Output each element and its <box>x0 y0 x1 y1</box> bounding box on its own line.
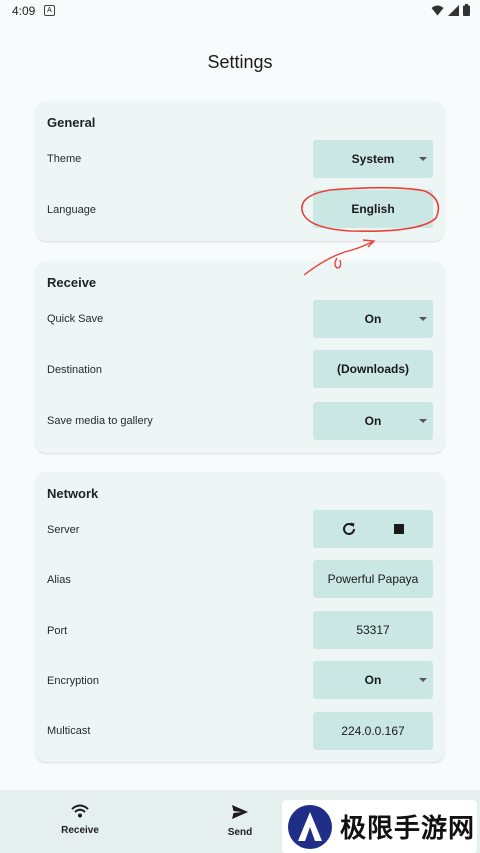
network-card: Network Server Alias Powerful Papaya Por… <box>36 472 444 762</box>
nav-send[interactable]: Send <box>200 804 280 838</box>
encryption-dropdown[interactable]: On <box>313 661 433 699</box>
nav-receive-label: Receive <box>61 825 99 836</box>
refresh-icon[interactable] <box>341 521 357 537</box>
theme-dropdown[interactable]: System <box>313 140 433 178</box>
wifi-icon <box>71 804 89 818</box>
general-heading: General <box>47 115 96 130</box>
wifi-status-icon <box>431 5 444 15</box>
page-title: Settings <box>207 52 273 72</box>
status-time: 4:09 <box>12 4 36 18</box>
theme-value: System <box>351 152 395 166</box>
send-icon <box>232 805 248 819</box>
save-media-label: Save media to gallery <box>47 415 153 427</box>
port-value: 53317 <box>356 623 390 637</box>
network-heading: Network <box>47 486 99 501</box>
save-media-dropdown[interactable]: On <box>313 402 433 440</box>
encryption-label: Encryption <box>47 675 99 687</box>
watermark-icon <box>288 804 332 849</box>
language-value: English <box>351 202 395 216</box>
status-bar: 4:09 A <box>0 0 480 24</box>
destination-value: (Downloads) <box>337 362 409 376</box>
quick-save-label: Quick Save <box>47 313 104 325</box>
language-button[interactable]: English <box>313 190 433 228</box>
save-media-value: On <box>364 414 382 428</box>
theme-label: Theme <box>47 153 82 165</box>
battery-icon <box>463 4 470 16</box>
multicast-value: 224.0.0.167 <box>341 724 405 738</box>
chevron-down-icon <box>419 419 427 423</box>
server-label: Server <box>47 524 80 536</box>
receive-card: Receive Quick Save On Destination (Downl… <box>36 261 444 453</box>
nav-receive[interactable]: Receive <box>40 804 120 836</box>
multicast-label: Multicast <box>47 725 91 737</box>
notification-icon: A <box>44 5 55 16</box>
destination-button[interactable]: (Downloads) <box>313 350 433 388</box>
stop-icon[interactable] <box>393 523 405 535</box>
watermark-logo: 极限手游网 <box>282 800 477 853</box>
language-label: Language <box>47 204 96 216</box>
chevron-down-icon <box>419 317 427 321</box>
status-icons <box>431 4 470 16</box>
chevron-down-icon <box>419 678 427 682</box>
port-input[interactable]: 53317 <box>313 611 433 649</box>
nav-send-label: Send <box>227 827 253 838</box>
chevron-down-icon <box>419 157 427 161</box>
alias-value: Powerful Papaya <box>327 572 419 586</box>
watermark-text: 极限手游网 <box>340 814 476 844</box>
receive-heading: Receive <box>47 275 97 290</box>
encryption-value: On <box>364 673 382 687</box>
alias-input[interactable]: Powerful Papaya <box>313 560 433 598</box>
quick-save-dropdown[interactable]: On <box>313 300 433 338</box>
quick-save-value: On <box>364 312 382 326</box>
alias-label: Alias <box>47 574 71 586</box>
signal-icon <box>448 4 459 16</box>
general-card: General Theme System Language English <box>36 101 444 241</box>
multicast-input[interactable]: 224.0.0.167 <box>313 712 433 750</box>
port-label: Port <box>47 625 68 637</box>
server-controls <box>313 510 433 548</box>
destination-label: Destination <box>47 364 103 376</box>
